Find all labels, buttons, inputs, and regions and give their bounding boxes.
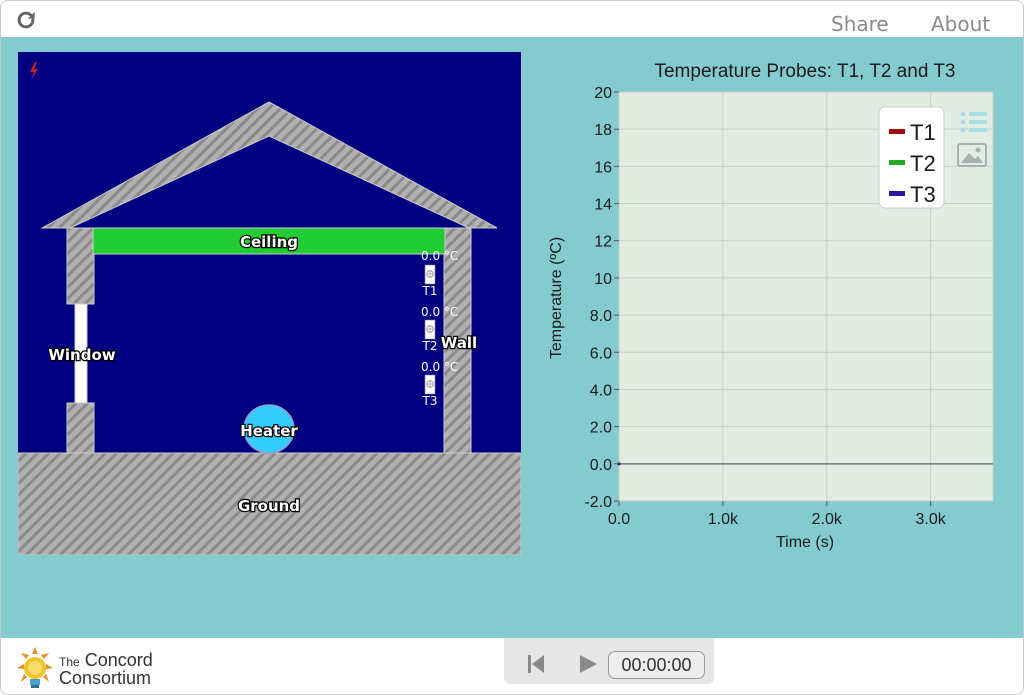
share-link[interactable]: Share (831, 12, 889, 36)
wall-label: Wall (441, 334, 477, 352)
x-tick-label: 0.0 (608, 511, 630, 528)
left-wall-upper[interactable] (66, 227, 95, 305)
main-area: Ceiling Window Wall Heater Ground 0.0 °C… (1, 37, 1023, 638)
probe-t1-reading: 0.0 °C (421, 249, 458, 263)
x-axis-label: Time (s) (776, 534, 834, 551)
y-tick-label: 12 (594, 234, 612, 251)
y-tick-label: 14 (594, 197, 612, 214)
legend-label-t2: T2 (910, 151, 936, 176)
temperature-chart[interactable]: Temperature Probes: T1, T2 and T3 -2.0 0.… (541, 52, 1011, 582)
logo-text-line2: Consortium (59, 668, 152, 688)
legend-swatch-t3 (889, 191, 905, 196)
probe-t2-reading: 0.0 °C (421, 305, 458, 319)
app-frame: Share About Ceiling Window Wall Heater G… (0, 0, 1024, 695)
play-icon[interactable] (576, 652, 600, 676)
x-axis-ticks: 0.0 1.0k 2.0k 3.0k (608, 501, 947, 528)
y-tick-label: 4.0 (590, 382, 612, 399)
ceiling-label: Ceiling (240, 233, 298, 251)
logo-text-concord: Concord (84, 650, 153, 670)
y-tick-label: 8.0 (590, 308, 612, 325)
legend-toggle-icon[interactable] (960, 111, 987, 133)
logo-text-small: The (59, 655, 80, 669)
playback-controls: 00:00:00 (504, 638, 714, 684)
y-tick-label: 18 (594, 122, 612, 139)
probe-t3-name: T3 (422, 394, 438, 408)
y-tick-label: -2.0 (584, 494, 612, 511)
y-axis-ticks: -2.0 0.0 2.0 4.0 6.0 8.0 10 12 14 16 18 20 (584, 85, 619, 511)
legend-swatch-t1 (889, 129, 905, 134)
bottom-bar: The Concord Consortium 00:00:00 (1, 638, 1023, 694)
reload-icon[interactable] (15, 9, 37, 31)
probe-t3-reading: 0.0 °C (421, 360, 458, 374)
time-display: 00:00:00 (608, 651, 705, 679)
chart-legend[interactable]: T1 T2 T3 (878, 106, 945, 209)
legend-label-t1: T1 (910, 120, 936, 145)
left-wall-lower[interactable] (66, 402, 95, 454)
y-axis-label: Temperature (ºC) (548, 237, 565, 359)
x-tick-label: 3.0k (916, 511, 947, 528)
probe-t2-name: T2 (422, 339, 438, 353)
heater-label: Heater (240, 422, 298, 440)
y-tick-label: 10 (594, 271, 612, 288)
ground-label: Ground (238, 497, 300, 515)
y-tick-label: 2.0 (590, 420, 612, 437)
about-link[interactable]: About (931, 12, 990, 36)
window-label: Window (48, 346, 115, 364)
top-bar: Share About (1, 1, 1023, 37)
lightbulb-logo-icon (17, 647, 53, 688)
y-tick-label: 0.0 (590, 457, 612, 474)
legend-label-t3: T3 (910, 182, 936, 207)
probe-t1-name: T1 (422, 284, 438, 298)
chart-title: Temperature Probes: T1, T2 and T3 (654, 61, 955, 82)
y-tick-label: 6.0 (590, 345, 612, 362)
concord-logo[interactable]: The Concord Consortium (15, 644, 185, 690)
legend-swatch-t2 (889, 160, 905, 165)
reset-icon[interactable] (524, 652, 548, 676)
x-tick-label: 2.0k (812, 511, 843, 528)
x-tick-label: 1.0k (708, 511, 739, 528)
y-tick-label: 16 (594, 159, 612, 176)
y-tick-label: 20 (594, 85, 612, 102)
house-simulation[interactable]: Ceiling Window Wall Heater Ground 0.0 °C… (18, 52, 521, 555)
